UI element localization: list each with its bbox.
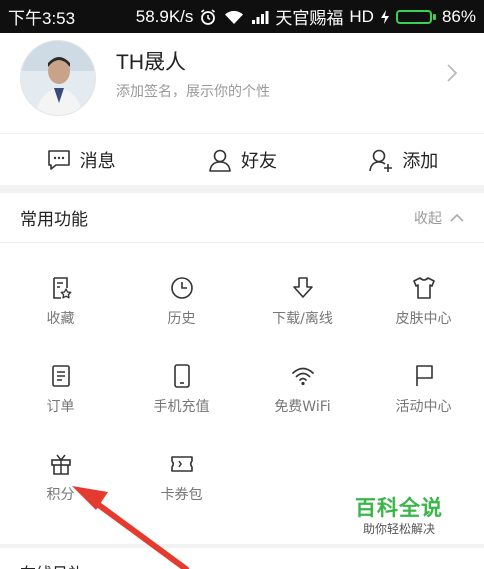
collapse-button[interactable]: 收起 [414,208,464,228]
grid-label: 历史 [167,311,196,327]
bottom-section-title: 在线见礼 [20,560,84,569]
section-title: 常用功能 [20,210,88,230]
grid-item-free-wifi[interactable]: 免费WiFi [242,331,363,419]
wifi-icon [291,367,314,386]
username: TH晟人 [116,51,186,74]
grid-label: 免费WiFi [274,399,331,415]
grid-label: 下载/离线 [272,311,333,327]
grid-label: 订单 [46,399,75,415]
clock-icon [170,277,193,299]
flag-icon [415,365,433,386]
quick-label: 添加 [402,150,439,172]
status-right: 58.9K/s 天官赐福 HD 86% [136,4,476,29]
carrier: 天官赐福 [275,9,344,28]
add-friend-icon [369,149,393,172]
quick-item-friends[interactable]: 好友 [161,134,322,185]
person-icon [209,149,231,172]
grid-label: 收藏 [46,311,75,327]
bottom-section: 在线见礼 [0,548,484,569]
phone-icon [173,364,190,388]
watermark-subtitle: 助你轻松解决 [362,522,435,536]
quick-label: 好友 [240,150,277,172]
grid-label: 手机充值 [153,399,210,415]
ticket-icon [170,456,193,472]
grid-item-download[interactable]: 下载/离线 [242,243,363,331]
wifi-signal-icon [225,10,244,24]
order-list-icon [51,365,70,387]
charging-icon [380,9,389,24]
profile-card[interactable]: TH晟人 添加签名，展示你的个性 [0,33,484,133]
grid-label: 卡券包 [160,487,203,503]
collapse-label: 收起 [414,210,442,227]
grid-item-favorites[interactable]: 收藏 [0,243,121,331]
download-icon [292,277,313,298]
grid-label: 积分 [46,487,75,503]
watermark-title: 百科全说 [355,496,443,520]
grid-label: 皮肤中心 [395,311,452,327]
chevron-up-icon [450,213,464,222]
quick-label: 消息 [79,150,116,172]
tshirt-icon [412,277,435,299]
quick-item-messages[interactable]: 消息 [0,134,161,185]
status-time: 下午3:53 [8,9,76,28]
battery-icon [395,9,436,24]
favorites-icon [52,277,71,299]
quick-actions: 消息 好友 添加 [0,133,484,185]
cell-signal-icon [252,10,269,24]
grid-item-history[interactable]: 历史 [121,243,242,331]
grid-item-activity-center[interactable]: 活动中心 [363,331,484,419]
avatar-photo [21,41,95,115]
section-header: 常用功能 收起 [0,193,484,243]
net-speed: 58.9K/s [135,6,194,26]
message-icon [47,149,70,170]
quick-item-add[interactable]: 添加 [323,134,484,185]
grid-item-phone-recharge[interactable]: 手机充值 [121,331,242,419]
grid-item-coupons[interactable]: 卡券包 [121,419,242,507]
chevron-right-icon [447,64,458,82]
signature-hint[interactable]: 添加签名，展示你的个性 [116,81,270,101]
grid-item-orders[interactable]: 订单 [0,331,121,419]
watermark: 百科全说 助你轻松解决 [337,493,461,543]
battery-percent: 86% [441,6,476,26]
grid-item-points[interactable]: 积分 [0,419,121,507]
network-type: HD [349,6,374,26]
grid-label: 活动中心 [395,399,452,415]
avatar[interactable] [20,40,96,116]
alarm-icon [201,8,216,25]
status-bar: 下午3:53 58.9K/s 天官赐福 HD 86% [0,0,484,33]
common-functions-section: 常用功能 收起 收藏 历史 下载/离线 皮肤中心 订单 手机充值 免费WiFi … [0,193,484,544]
gift-icon [50,454,71,475]
grid-item-skin-center[interactable]: 皮肤中心 [363,243,484,331]
